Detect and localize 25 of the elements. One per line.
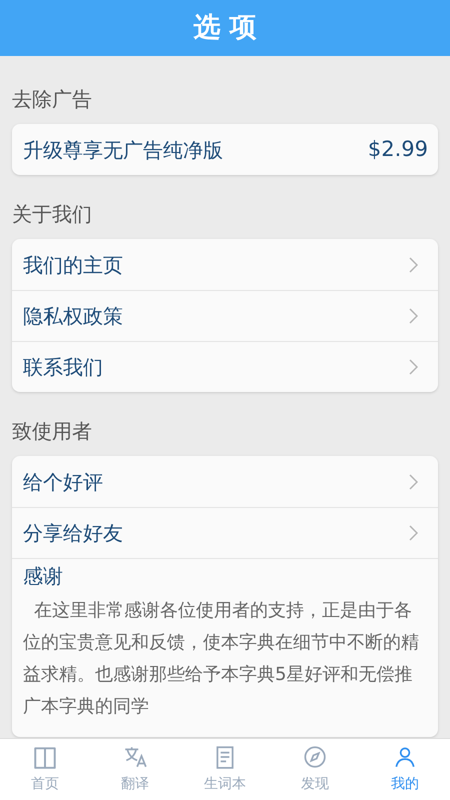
row-label: 分享给好友 bbox=[23, 520, 123, 547]
chevron-icon bbox=[409, 474, 418, 490]
settings-row[interactable]: 我们的主页 bbox=[12, 239, 438, 290]
chevron-icon bbox=[409, 308, 418, 324]
page-title: 选 项 bbox=[193, 10, 257, 45]
section-label: 去除广告 bbox=[12, 86, 93, 113]
settings-row[interactable]: 给个好评 bbox=[12, 456, 438, 507]
row-label: 给个好评 bbox=[23, 468, 103, 496]
chevron-icon bbox=[409, 256, 418, 272]
section-label: 致使用者 bbox=[12, 418, 93, 445]
row-label: 升级尊享无广告纯净版 bbox=[23, 136, 223, 164]
price-label: $2.99 bbox=[368, 136, 428, 163]
settings-row[interactable]: 隐私权政策 bbox=[12, 290, 438, 341]
settings-row[interactable]: 分享给好友 bbox=[12, 507, 438, 558]
note-title: 感谢 bbox=[23, 563, 64, 590]
thanks-paragraph: 在这里非常感谢各位使用者的支持，正是由于各位的宝贵意见和反馈，使本字典在细节中不断的精益求精。也感谢那些给予本字典5星好评和无偿推广本字典的同学 bbox=[23, 599, 420, 719]
row-label: 联系我们 bbox=[23, 354, 103, 381]
compass-icon bbox=[302, 744, 328, 770]
chevron-icon bbox=[409, 359, 418, 375]
settings-row[interactable]: 升级尊享无广告纯净版 $2.99 bbox=[12, 124, 438, 175]
settings-row[interactable]: 联系我们 bbox=[12, 341, 438, 392]
row-label: 我们的主页 bbox=[23, 252, 123, 278]
section-label: 关于我们 bbox=[12, 201, 93, 228]
row-label: 隐私权政策 bbox=[23, 303, 123, 330]
chevron-icon bbox=[409, 525, 418, 541]
